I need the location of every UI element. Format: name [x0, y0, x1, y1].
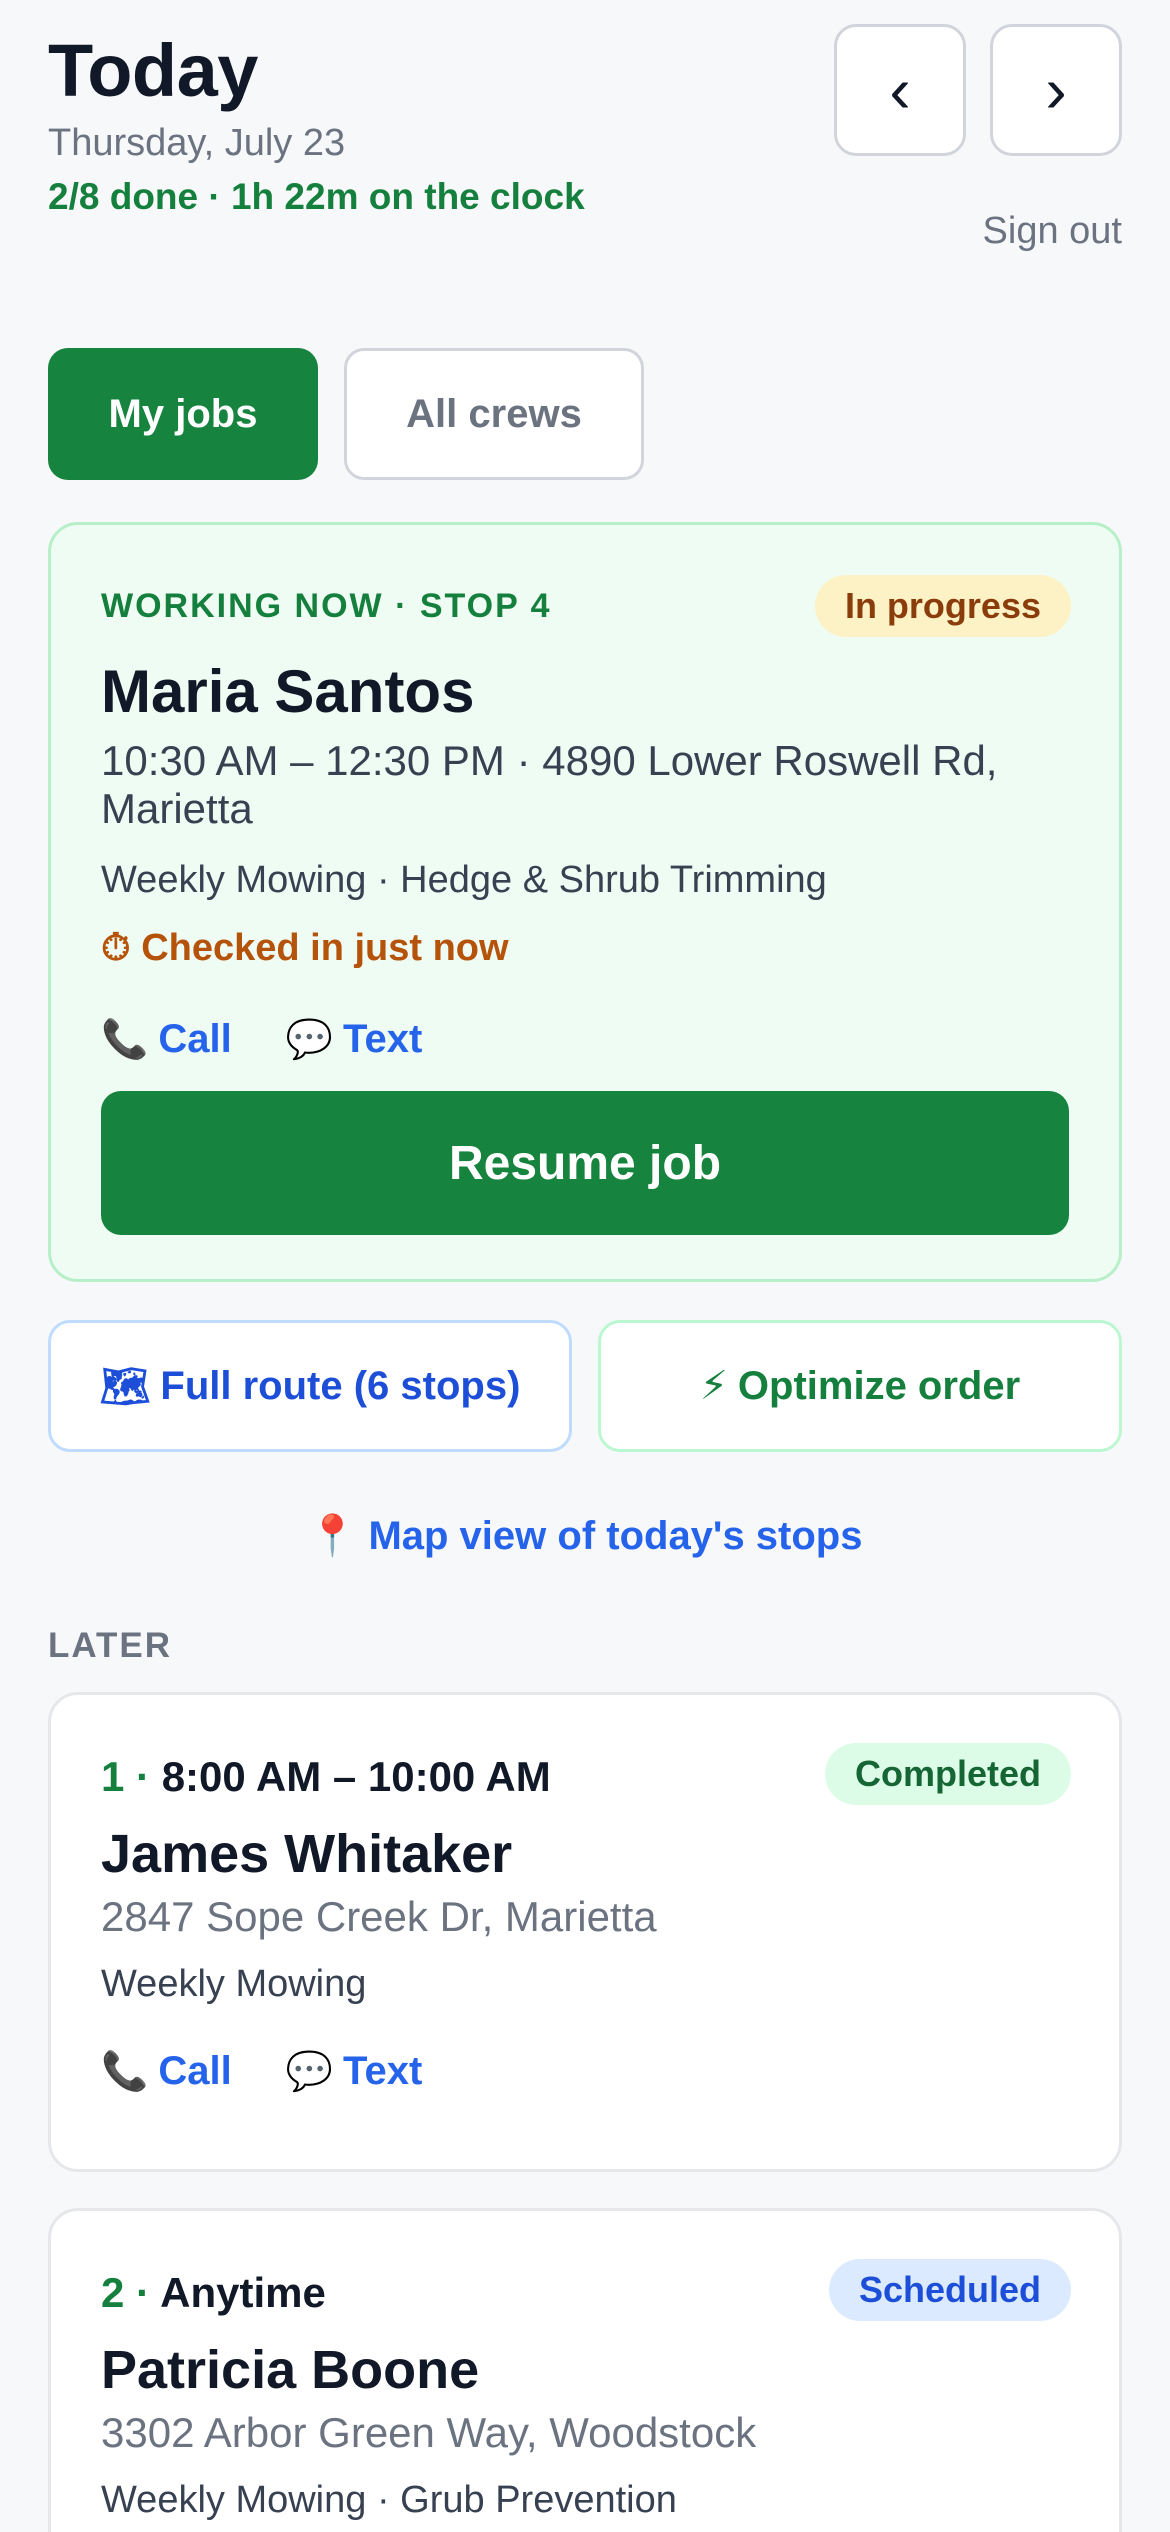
speech-bubble-icon: 💬	[285, 2050, 334, 2093]
route-actions: 🗺 Full route (6 stops) ⚡ Optimize order	[48, 1320, 1122, 1452]
job-time: Anytime	[160, 2269, 326, 2316]
today-screen: Today Thursday, July 23 2/8 done · 1h 22…	[48, 0, 1122, 2532]
previous-day-button[interactable]: ‹	[834, 24, 966, 156]
call-button[interactable]: 📞 Call	[101, 1017, 232, 1062]
call-button[interactable]: 📞 Call	[101, 2049, 232, 2094]
phone-icon: 📞	[101, 2050, 149, 2093]
view-toggle: My jobs All crews	[48, 348, 644, 480]
job-services: Weekly Mowing · Grub Prevention	[101, 2479, 677, 2521]
text-label: Text	[343, 1017, 423, 1061]
contact-actions: 📞 Call 💬 Text	[101, 2049, 422, 2094]
job-services: Weekly Mowing · Hedge & Shrub Trimming	[101, 859, 827, 901]
full-route-label: Full route (6 stops)	[160, 1363, 521, 1408]
resume-job-button[interactable]: Resume job	[101, 1091, 1069, 1235]
full-route-button[interactable]: 🗺 Full route (6 stops)	[48, 1320, 572, 1452]
map-icon: 🗺	[99, 1364, 151, 1409]
customer-name: Patricia Boone	[101, 2340, 480, 2400]
lightning-icon: ⚡	[699, 1364, 728, 1408]
page-title: Today	[48, 29, 258, 112]
current-stop-label: WORKING NOW · STOP 4	[101, 587, 552, 625]
job-address: 2847 Sope Creek Dr, Marietta	[101, 1893, 657, 1940]
job-header: 2 · Anytime	[101, 2269, 326, 2317]
job-card[interactable]: 2 · Anytime Scheduled Patricia Boone 330…	[48, 2208, 1122, 2532]
call-label: Call	[158, 1017, 232, 1061]
job-address: 3302 Arbor Green Way, Woodstock	[101, 2409, 757, 2456]
date-label: Thursday, July 23	[48, 122, 346, 164]
phone-icon: 📞	[101, 1018, 149, 1061]
customer-name: Maria Santos	[101, 658, 475, 725]
text-label: Text	[343, 2049, 423, 2093]
optimize-order-button[interactable]: ⚡ Optimize order	[598, 1320, 1122, 1452]
job-time: 8:00 AM – 10:00 AM	[161, 1753, 551, 1800]
current-job-card: WORKING NOW · STOP 4 In progress Maria S…	[48, 522, 1122, 1282]
section-heading-later: LATER	[48, 1626, 173, 1665]
status-badge: In progress	[814, 575, 1071, 637]
speech-bubble-icon: 💬	[285, 1018, 334, 1061]
progress-summary: 2/8 done · 1h 22m on the clock	[48, 176, 585, 217]
header: Today Thursday, July 23 2/8 done · 1h 22…	[48, 0, 1122, 300]
job-card[interactable]: 1 · 8:00 AM – 10:00 AM Completed James W…	[48, 1692, 1122, 2172]
job-time-address: 10:30 AM – 12:30 PM · 4890 Lower Roswell…	[101, 737, 998, 832]
job-services: Weekly Mowing	[101, 1963, 367, 2005]
call-label: Call	[158, 2049, 232, 2093]
pin-icon: 📍	[307, 1514, 358, 1558]
tab-all-crews[interactable]: All crews	[344, 348, 644, 480]
optimize-label: Optimize order	[737, 1363, 1021, 1408]
text-button[interactable]: 💬 Text	[286, 1017, 423, 1062]
chevron-right-icon: ›	[1045, 54, 1067, 126]
checkin-status: ⏱ Checked in just now	[101, 927, 509, 969]
contact-actions: 📞 Call 💬 Text	[101, 1017, 422, 1062]
job-header: 1 · 8:00 AM – 10:00 AM	[101, 1753, 551, 1801]
map-view-link[interactable]: 📍 Map view of today's stops	[48, 1512, 1122, 1559]
next-day-button[interactable]: ›	[990, 24, 1122, 156]
tab-my-jobs[interactable]: My jobs	[48, 348, 318, 480]
stop-number: 1 ·	[101, 1753, 151, 1800]
text-button[interactable]: 💬 Text	[286, 2049, 423, 2094]
stop-number: 2 ·	[101, 2269, 151, 2316]
status-badge: Scheduled	[828, 2259, 1071, 2321]
customer-name: James Whitaker	[101, 1824, 513, 1884]
chevron-left-icon: ‹	[889, 54, 911, 126]
map-view-label: Map view of today's stops	[368, 1514, 863, 1558]
status-badge: Completed	[824, 1743, 1071, 1805]
sign-out-link[interactable]: Sign out	[983, 210, 1122, 253]
